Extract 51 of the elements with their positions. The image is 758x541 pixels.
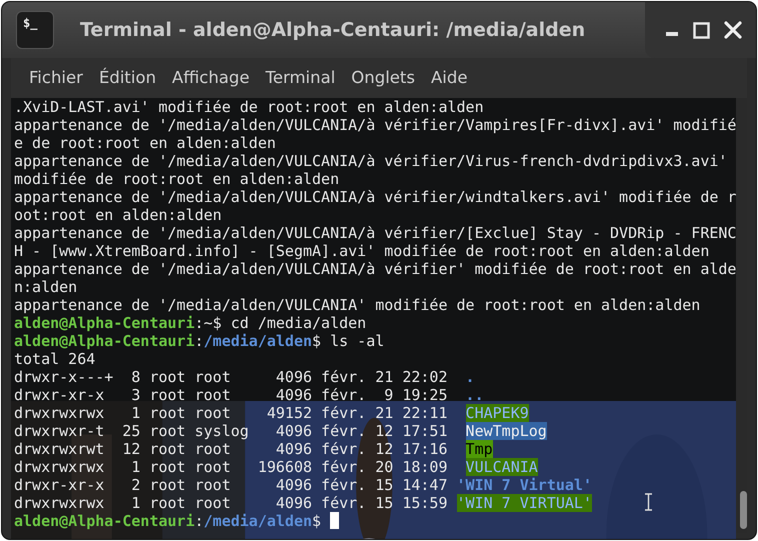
terminal-text: appartenance de '/media/alden/VULCANIA/à vérifier/windtalkers.avi' modifiée de r [14, 188, 736, 206]
menu-item[interactable]: Affichage [164, 66, 258, 90]
window-title: Terminal - alden@Alpha-Centauri: /media/alden [80, 18, 586, 43]
directory-name: 'WIN 7 VIRTUAL' [456, 494, 592, 512]
prompt-user: alden@Alpha-Centauri [14, 332, 195, 350]
directory-name: NewTmpLog [466, 422, 547, 440]
terminal-text: oot:root en alden:alden [14, 206, 222, 224]
terminal-text: drwxrwxrwx 1 root root 4096 févr. 15 15:59 [14, 494, 448, 512]
terminal-text: drwxrwxrwt 12 root root 4096 févr. 12 17:16 [14, 440, 448, 458]
close-icon[interactable] [724, 21, 742, 39]
terminal-text: drwxrwxrwx 1 root root 49152 févr. 21 22:11 [14, 404, 448, 422]
terminal-text: n:alden [14, 278, 78, 296]
terminal-text: : [194, 512, 204, 530]
terminal-text: : [194, 332, 204, 350]
terminal-text: drwxrwxrwx 1 root root 196608 févr. 20 18:09 [14, 458, 448, 476]
terminal-text: H - [www.XtremBoard.info] - [SegmA].avi' modifiée de root:root en alden:alden [14, 242, 710, 260]
text-cursor [330, 512, 340, 529]
terminal-text: $ [312, 512, 322, 530]
terminal-text: appartenance de '/media/alden/VULCANIA/à vérifier' modifiée de root:root en alde [14, 260, 736, 278]
terminal-text: appartenance de '/media/alden/VULCANIA' modifiée de root:root en alden:alden [14, 296, 700, 314]
prompt-user: alden@Alpha-Centauri [14, 512, 195, 530]
menu-item[interactable]: Édition [90, 66, 164, 90]
terminal-text: appartenance de '/media/alden/VULCANIA/à vérifier/Vampires[Fr-divx].avi' modifié [14, 116, 736, 134]
prompt-user: alden@Alpha-Centauri [14, 314, 195, 332]
terminal-text: .XviD-LAST.avi' modifiée de root:root en alden:alden [14, 98, 484, 116]
directory-name: .. [466, 386, 484, 404]
terminal-text: drwxr-x---+ 8 root root 4096 févr. 21 22:02 [14, 368, 448, 386]
menu-item[interactable]: Fichier [21, 66, 91, 90]
directory-name: VULCANIA [466, 458, 538, 476]
terminal-text: modifiée de root:root en alden:alden [14, 170, 340, 188]
terminal-text: appartenance de '/media/alden/VULCANIA/à vérifier/Virus-french-dvdripdivx3.avi' [14, 152, 728, 170]
directory-name: 'WIN 7 Virtual' [456, 476, 592, 494]
terminal-text: e de root:root en alden:alden [14, 134, 276, 152]
terminal-text: appartenance de '/media/alden/VULCANIA/à vérifier/[Exclue] Stay - DVDRip - FRENC [14, 224, 736, 242]
terminal-text: drwxr-xr-x 2 root root 4096 févr. 15 14:47 [14, 476, 448, 494]
terminal-text: :~$ cd /media/alden [194, 314, 366, 332]
directory-name: CHAPEK9 [466, 404, 529, 422]
directory-name: . [466, 368, 475, 386]
prompt-path: /media/alden [204, 512, 312, 530]
prompt-path: /media/alden [204, 332, 312, 350]
terminal-text: drwxrwxr-t 25 root syslog 4096 févr. 12 17:51 [14, 422, 448, 440]
scrollbar-thumb[interactable] [740, 491, 748, 529]
menu-item[interactable]: Onglets [343, 66, 424, 90]
terminal-app-icon: $_ [16, 11, 54, 49]
text-cursor-icon [644, 493, 653, 511]
menu-item[interactable]: Aide [423, 66, 476, 90]
terminal-text: drwxr-xr-x 3 root root 4096 févr. 9 19:25 [14, 386, 448, 404]
maximize-icon[interactable] [693, 22, 710, 38]
terminal-text: total 264 [14, 350, 96, 368]
terminal-text: $ ls -al [312, 332, 384, 350]
menu-item[interactable]: Terminal [258, 66, 344, 90]
